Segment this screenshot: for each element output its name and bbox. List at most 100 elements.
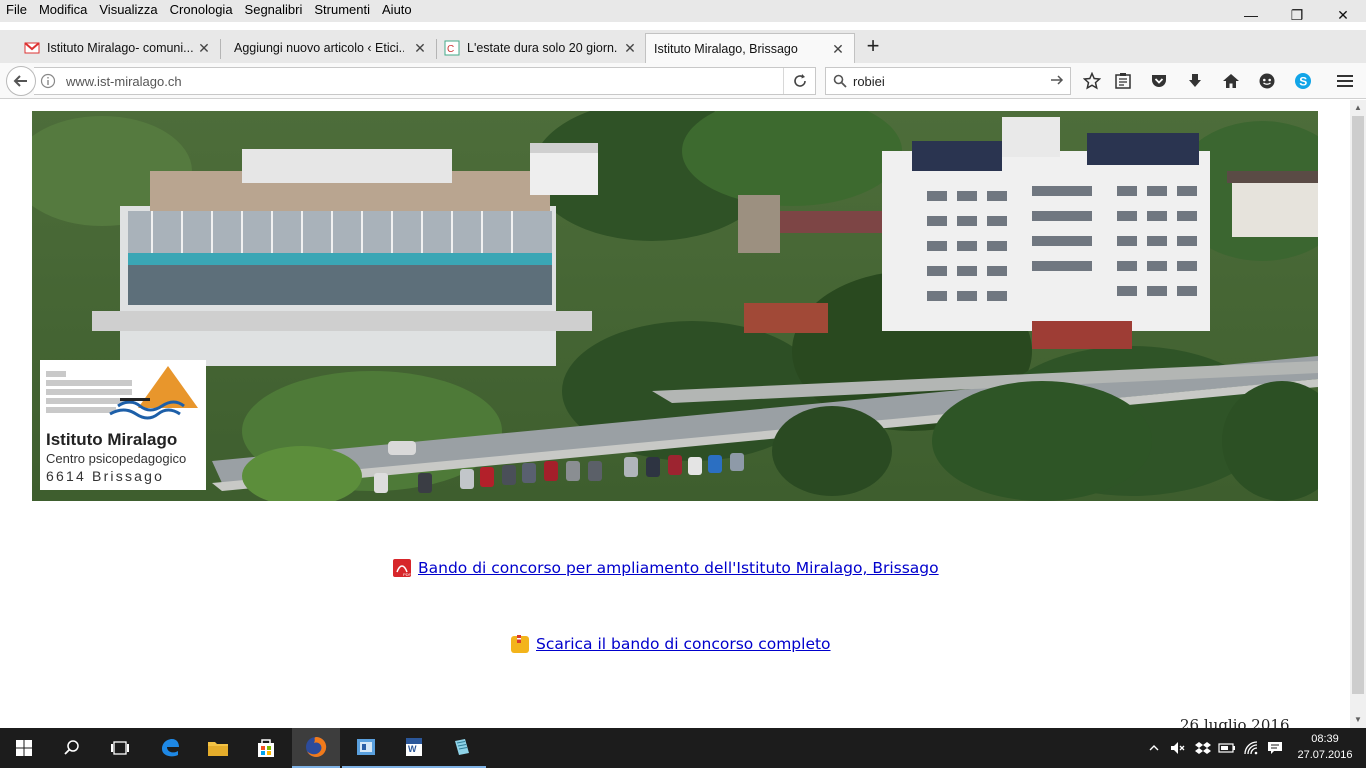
taskbar-clock[interactable]: 08:39 27.07.2016 (1290, 731, 1360, 763)
bookmarks-menu-button[interactable] (1105, 63, 1141, 99)
minimize-button[interactable]: — (1228, 0, 1274, 30)
skype-button[interactable]: S (1285, 63, 1321, 99)
menu-bookmarks[interactable]: Segnalibri (239, 0, 309, 22)
word-taskbar-button[interactable]: W (390, 728, 438, 768)
menu-history[interactable]: Cronologia (164, 0, 239, 22)
scroll-down-icon[interactable]: ▼ (1350, 712, 1366, 728)
menu-edit[interactable]: Modifica (33, 0, 93, 22)
home-button[interactable] (1213, 63, 1249, 99)
download-bando-link[interactable]: Scarica il bando di concorso completo (536, 635, 831, 653)
notes-taskbar-button[interactable] (438, 728, 486, 768)
tab-summer-article[interactable]: C L'estate dura solo 20 giorn... ✕ (436, 33, 647, 63)
tab-gmail[interactable]: Istituto Miralago- comuni... ✕ (16, 33, 221, 63)
folder-icon (208, 742, 228, 756)
downloads-button[interactable] (1177, 63, 1213, 99)
start-button[interactable] (0, 728, 48, 768)
firefox-taskbar-button[interactable] (292, 728, 340, 768)
pocket-button[interactable] (1141, 63, 1177, 99)
open-menu-button[interactable] (1327, 63, 1363, 99)
back-button[interactable] (6, 66, 36, 96)
notepad-icon (455, 739, 469, 755)
zip-archive-icon (511, 635, 529, 653)
menu-view[interactable]: Visualizza (93, 0, 163, 22)
battery-icon (1218, 743, 1235, 753)
menu-bar: File Modifica Visualizza Cronologia Segn… (0, 0, 1366, 22)
search-box[interactable]: robiei (825, 67, 1071, 95)
task-view-icon (111, 741, 129, 755)
show-hidden-icons-button[interactable] (1144, 728, 1164, 768)
tab-new-article[interactable]: Aggiungi nuovo articolo ‹ Etici... ✕ (220, 33, 437, 63)
logo-subtitle: Centro psicopedagogico (46, 451, 187, 466)
url-bar[interactable]: www.ist-miralago.ch (34, 67, 816, 95)
tab-close-icon[interactable]: ✕ (196, 40, 212, 56)
institute-logo: Istituto Miralago Centro psicopedagogico… (40, 360, 206, 490)
info-icon[interactable] (40, 73, 56, 89)
volume-muted-icon (1171, 742, 1185, 754)
word-icon: W (406, 738, 422, 756)
tab-close-icon[interactable]: ✕ (830, 41, 846, 57)
logo-graphic (46, 366, 198, 420)
search-icon (833, 74, 847, 88)
dropbox-icon (1195, 742, 1211, 754)
store-taskbar-button[interactable] (242, 728, 290, 768)
action-center-button[interactable] (1264, 728, 1286, 768)
tab-close-icon[interactable]: ✕ (622, 40, 638, 56)
chat-face-icon (1259, 73, 1275, 89)
windows-logo-icon (16, 740, 32, 756)
search-icon (64, 740, 79, 755)
notification-icon (1268, 742, 1282, 754)
vertical-scrollbar[interactable]: ▲ ▼ (1350, 100, 1366, 728)
institute-aerial-photo (32, 111, 1318, 501)
close-window-button[interactable]: ✕ (1320, 0, 1366, 30)
hero-photo (32, 111, 1318, 501)
new-tab-button[interactable]: + (860, 34, 886, 60)
outlook-taskbar-button[interactable] (342, 728, 390, 768)
search-taskbar-button[interactable] (48, 728, 96, 768)
skype-icon: S (1295, 73, 1311, 89)
volume-tray-button[interactable] (1166, 728, 1188, 768)
edge-icon (162, 739, 179, 757)
wifi-icon (1244, 741, 1258, 755)
tab-close-icon[interactable]: ✕ (412, 40, 428, 56)
clock-date: 27.07.2016 (1297, 749, 1353, 761)
scrollbar-thumb[interactable] (1352, 116, 1364, 694)
dropbox-tray-button[interactable] (1192, 728, 1214, 768)
firefox-icon (306, 736, 327, 757)
wifi-tray-button[interactable] (1240, 728, 1262, 768)
restore-button[interactable]: ❐ (1274, 0, 1320, 30)
tab-istituto-miralago[interactable]: Istituto Miralago, Brissago ✕ (645, 33, 855, 64)
back-arrow-icon (13, 75, 27, 87)
svg-text:C: C (447, 44, 454, 55)
menu-help[interactable]: Aiuto (376, 0, 418, 22)
menu-file[interactable]: File (0, 0, 33, 22)
reload-button[interactable] (783, 68, 815, 94)
hello-button[interactable] (1249, 63, 1285, 99)
svg-text:W: W (408, 744, 417, 754)
tab-title: Istituto Miralago, Brissago (654, 42, 798, 56)
task-view-button[interactable] (96, 728, 144, 768)
home-icon (1223, 74, 1239, 88)
search-input[interactable]: robiei (853, 74, 885, 89)
logo-address: 6614 Brissago (46, 468, 165, 484)
file-explorer-taskbar-button[interactable] (194, 728, 242, 768)
store-bag-icon (258, 739, 274, 757)
page-content: Istituto Miralago Centro psicopedagogico… (0, 100, 1350, 728)
pocket-icon (1152, 75, 1166, 87)
clock-time: 08:39 (1311, 733, 1339, 745)
edge-taskbar-button[interactable] (146, 728, 194, 768)
menu-tools[interactable]: Strumenti (308, 0, 376, 22)
bando-pdf-link[interactable]: Bando di concorso per ampliamento dell'I… (418, 559, 939, 577)
scroll-up-icon[interactable]: ▲ (1350, 100, 1366, 116)
chevron-up-icon (1149, 745, 1159, 751)
pdf-link-row: PDF Bando di concorso per ampliamento de… (392, 558, 939, 578)
url-text[interactable]: www.ist-miralago.ch (66, 74, 182, 89)
tab-title: Istituto Miralago- comuni... (47, 41, 194, 55)
search-go-icon[interactable] (1050, 73, 1064, 87)
reload-icon (793, 74, 806, 87)
pdf-icon: PDF (393, 559, 412, 577)
windows-taskbar: W 08:39 27.07.2016 (0, 728, 1366, 768)
logo-title: Istituto Miralago (46, 430, 178, 449)
window-controls: — ❐ ✕ (1228, 0, 1366, 30)
tab-title: Aggiungi nuovo articolo ‹ Etici... (234, 41, 404, 55)
battery-tray-button[interactable] (1216, 728, 1238, 768)
